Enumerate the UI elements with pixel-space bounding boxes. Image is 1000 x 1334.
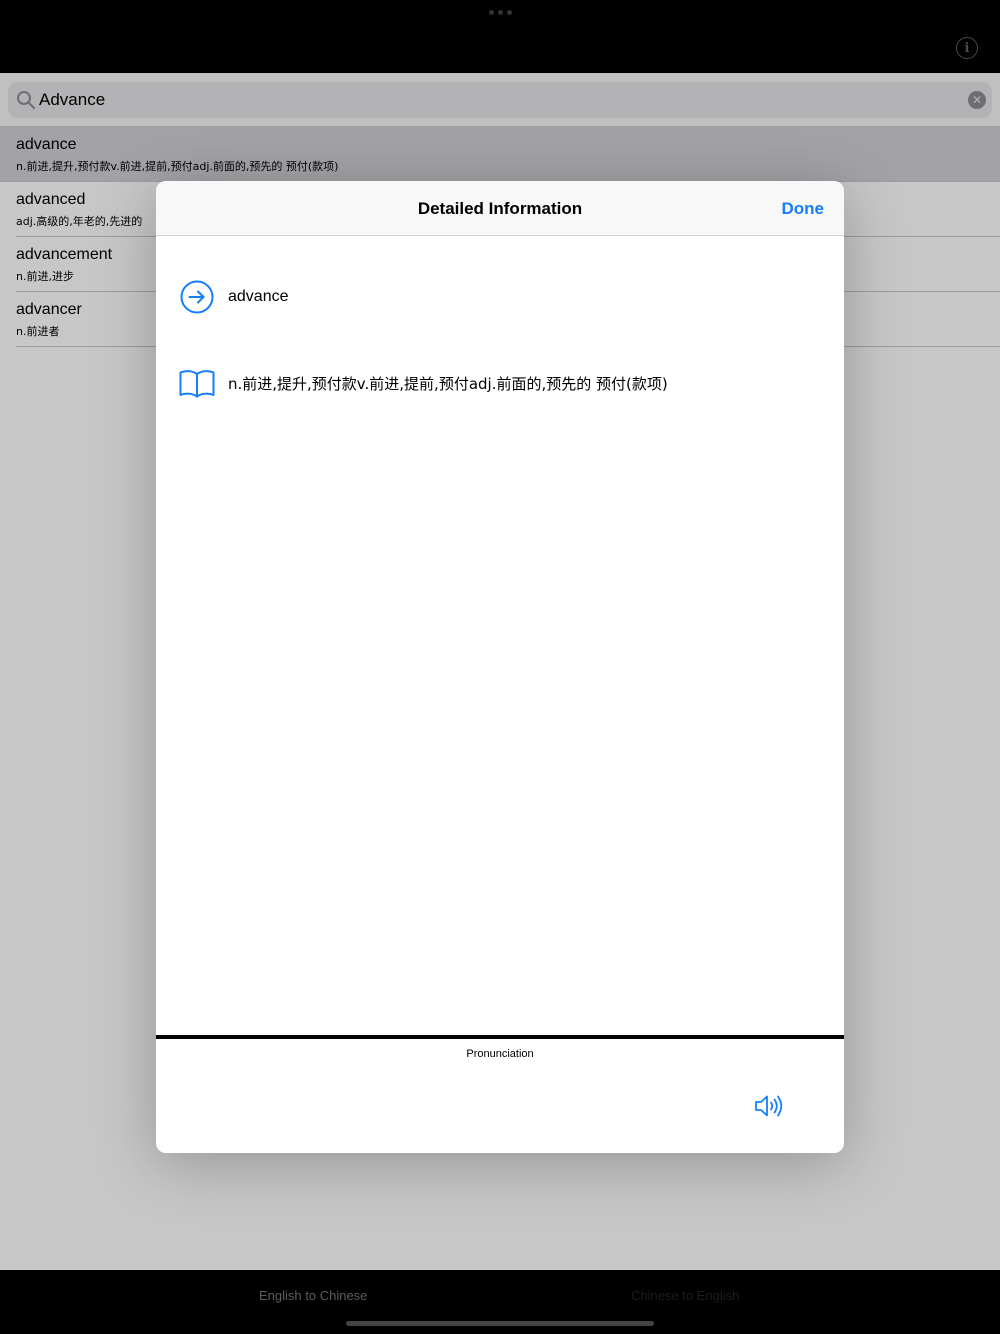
definition-row: n.前进,提升,预付款v.前进,提前,预付adj.前面的,预先的 预付(款项) [178,364,668,402]
speaker-icon[interactable] [754,1093,786,1119]
detail-word: advance [228,288,289,305]
modal-header: Detailed Information Done [156,181,844,236]
tab-english-to-chinese[interactable]: English to Chinese [259,1288,367,1303]
tab-chinese-to-english[interactable]: Chinese to English [631,1288,739,1303]
detail-definition: n.前进,提升,预付款v.前进,提前,预付adj.前面的,预先的 预付(款项) [228,374,668,393]
top-bar: i [0,0,1000,73]
done-button[interactable]: Done [782,199,825,219]
book-icon [179,370,215,398]
modal-title: Detailed Information [417,199,583,218]
multitask-dots-icon[interactable] [489,10,512,15]
pronunciation-divider [156,1035,844,1039]
info-icon[interactable]: i [956,37,978,59]
home-indicator [346,1321,654,1326]
pronunciation-label: Pronunciation [466,1048,534,1060]
detail-modal: Detailed Information Done advance n.前进,提… [156,181,844,1153]
word-row: advance [178,278,289,316]
tab-bar: English to Chinese Chinese to English [0,1270,1000,1334]
arrow-right-circle-icon [180,280,214,314]
